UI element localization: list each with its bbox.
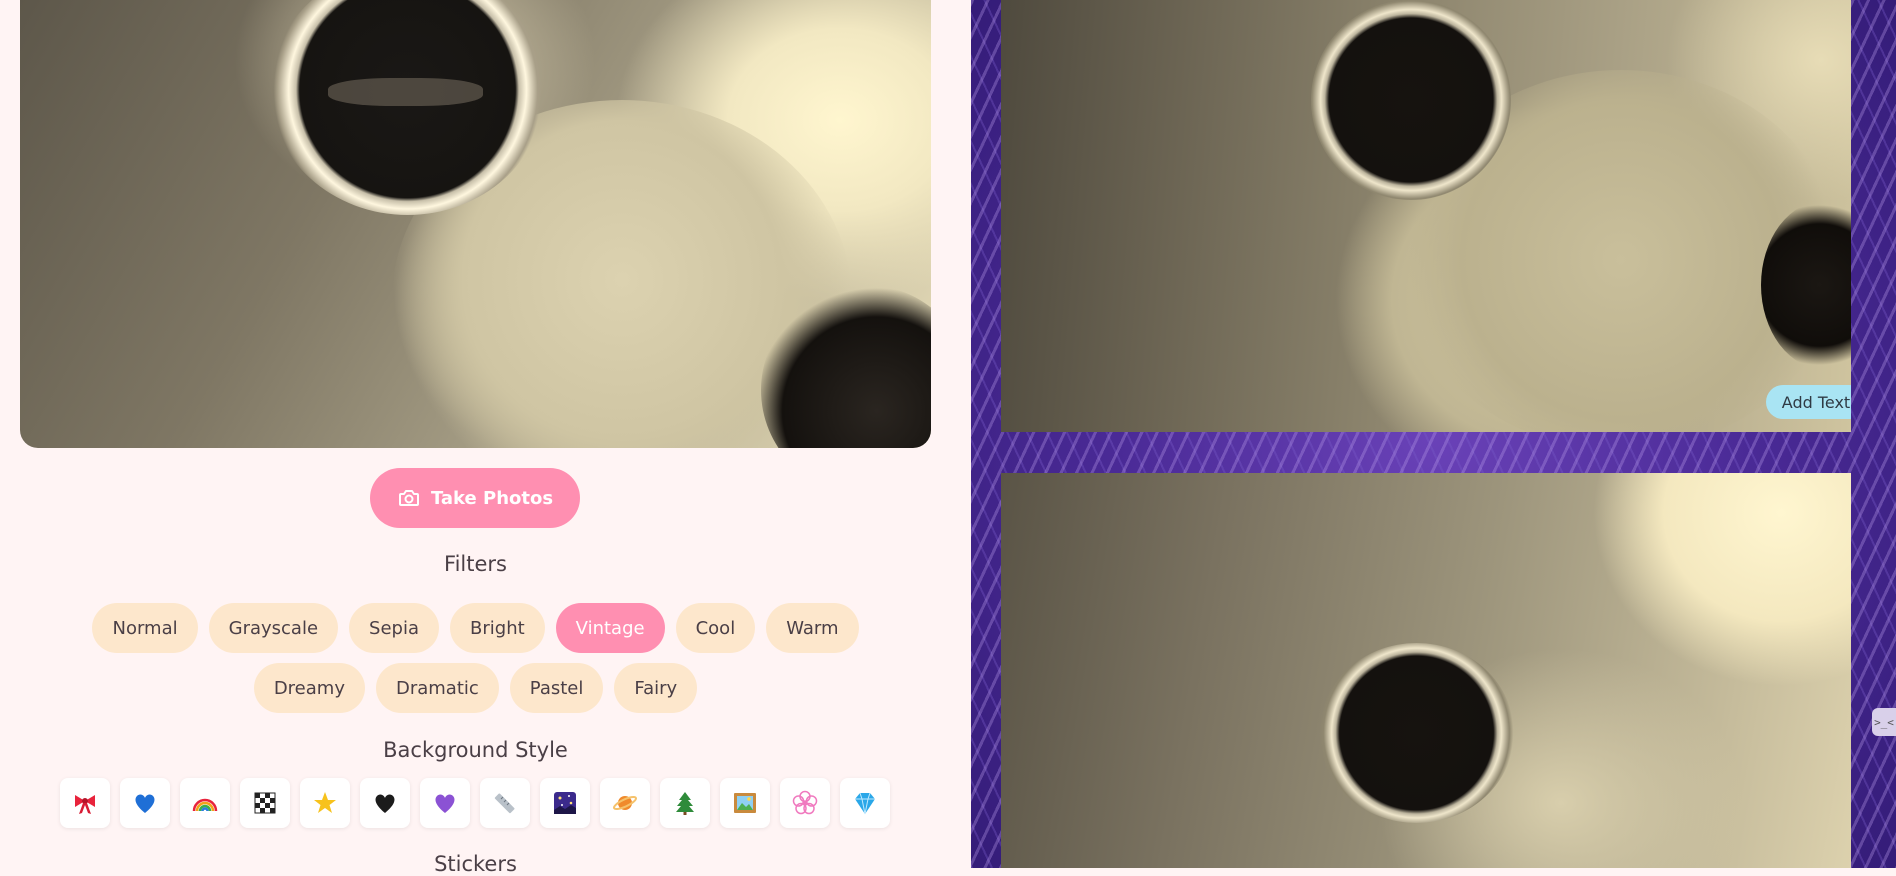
filter-grayscale-button[interactable]: Grayscale — [208, 603, 339, 653]
filter-dramatic-button[interactable]: Dramatic — [375, 663, 499, 713]
bg-option-starry-night[interactable] — [540, 778, 590, 828]
filter-bright-button[interactable]: Bright — [450, 603, 545, 653]
take-photos-label: Take Photos — [430, 487, 554, 509]
pine-tree-icon — [676, 792, 694, 815]
rainbow-icon — [192, 798, 218, 812]
filter-fairy-button[interactable]: Fairy — [614, 663, 698, 713]
filter-warm-button[interactable]: Warm — [766, 603, 859, 653]
bg-option-gem[interactable] — [840, 778, 890, 828]
starry-night-icon — [554, 792, 576, 814]
bg-option-checkerboard[interactable] — [240, 778, 290, 828]
bg-option-star[interactable] — [300, 778, 350, 828]
side-panel-toggle[interactable]: >_< — [1872, 708, 1896, 736]
bg-option-framed-picture[interactable] — [720, 778, 770, 828]
background-style-options — [60, 778, 890, 828]
take-photos-button[interactable]: Take Photos — [370, 468, 580, 528]
preview-eye-reflection — [328, 78, 483, 106]
filter-vintage-button[interactable]: Vintage — [555, 603, 665, 653]
stickers-heading: Stickers — [434, 852, 517, 876]
controls-panel: Take Photos Filters Normal Grayscale Sep… — [0, 0, 970, 876]
background-style-heading: Background Style — [383, 738, 568, 762]
strip-bear-eye — [1311, 0, 1511, 200]
add-text-button[interactable]: Add Text — [1766, 385, 1851, 419]
bg-option-purple-heart[interactable] — [420, 778, 470, 828]
filters-heading: Filters — [444, 552, 507, 576]
bg-option-pine-tree[interactable] — [660, 778, 710, 828]
bg-option-ribbon[interactable] — [60, 778, 110, 828]
strip-photo[interactable]: Add Text — [1001, 0, 1851, 432]
bg-option-blue-heart[interactable] — [120, 778, 170, 828]
framed-picture-icon — [734, 793, 756, 813]
strip-bear-eye — [1319, 643, 1514, 823]
bg-option-rainbow[interactable] — [180, 778, 230, 828]
purple-heart-icon — [435, 794, 455, 813]
filter-pastel-button[interactable]: Pastel — [509, 663, 604, 713]
camera-preview — [20, 0, 931, 448]
filter-dreamy-button[interactable]: Dreamy — [253, 663, 365, 713]
bg-option-black-heart[interactable] — [360, 778, 410, 828]
checkerboard-icon — [254, 792, 276, 814]
filter-normal-button[interactable]: Normal — [92, 603, 198, 653]
ruler-icon — [494, 793, 515, 814]
filter-cool-button[interactable]: Cool — [675, 603, 756, 653]
bg-option-ruler[interactable] — [480, 778, 530, 828]
photo-strip-preview: Add Text >_< — [971, 0, 1896, 868]
filter-row: Normal Grayscale Sepia Bright Vintage Co… — [0, 603, 951, 653]
gem-icon — [855, 792, 875, 815]
bg-option-flower[interactable] — [780, 778, 830, 828]
bg-option-planet[interactable] — [600, 778, 650, 828]
ribbon-icon — [75, 795, 95, 814]
black-heart-icon — [375, 794, 395, 813]
flower-icon — [792, 790, 818, 815]
blue-heart-icon — [135, 794, 155, 813]
camera-icon — [397, 486, 421, 510]
planet-icon — [613, 796, 637, 810]
filter-row: Dreamy Dramatic Pastel Fairy — [0, 663, 951, 713]
star-icon — [314, 792, 336, 813]
filter-sepia-button[interactable]: Sepia — [349, 603, 440, 653]
strip-photo[interactable] — [1001, 473, 1851, 868]
